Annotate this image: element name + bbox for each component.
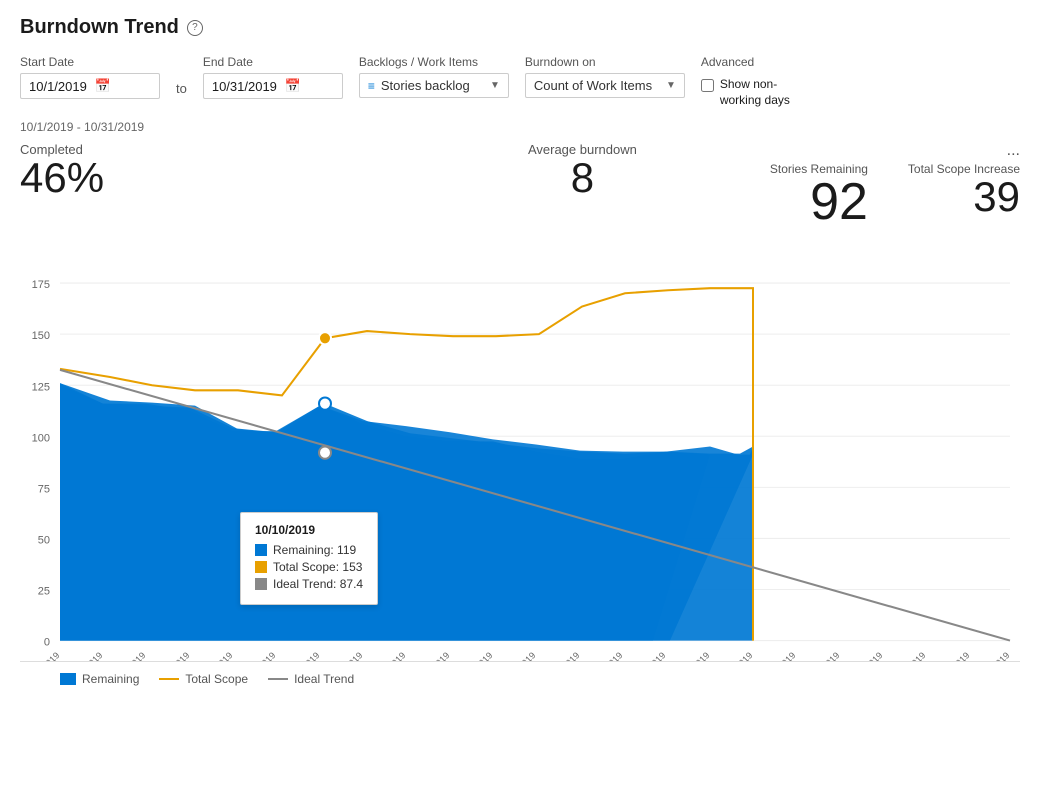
svg-text:10/8/2019: 10/8/2019 [242, 650, 277, 661]
burndown-avg-value: 8 [395, 157, 770, 199]
chart-area: 0 25 50 75 100 125 150 175 [20, 232, 1020, 662]
svg-text:125: 125 [32, 381, 50, 393]
legend-ideal-line [268, 678, 288, 680]
svg-text:10/1/2019: 10/1/2019 [26, 650, 61, 661]
svg-text:10/23/2019: 10/23/2019 [716, 650, 755, 661]
svg-text:75: 75 [38, 484, 50, 496]
legend-scope-line [159, 678, 179, 680]
end-date-value: 10/31/2019 [212, 79, 277, 94]
svg-text:10/18/2019: 10/18/2019 [586, 650, 625, 661]
svg-text:10/30/2019: 10/30/2019 [933, 650, 972, 661]
burndown-stat: Average burndown 8 [395, 142, 770, 199]
chevron-down-icon: ▼ [490, 80, 500, 91]
legend-remaining-color [60, 673, 76, 685]
burndown-chart: 0 25 50 75 100 125 150 175 [20, 232, 1020, 661]
backlog-list-icon: ≡ [368, 79, 375, 93]
svg-text:10/7/2019: 10/7/2019 [199, 650, 234, 661]
legend-ideal-label: Ideal Trend [294, 672, 354, 686]
start-date-input[interactable]: 10/1/2019 📅 [20, 73, 160, 99]
start-date-label: Start Date [20, 55, 160, 69]
svg-text:10/15/2019: 10/15/2019 [456, 650, 495, 661]
remaining-value: 92 [810, 176, 868, 228]
legend-scope-label: Total Scope [185, 672, 248, 686]
end-date-input[interactable]: 10/31/2019 📅 [203, 73, 343, 99]
chevron-down-icon-burndown: ▼ [666, 80, 676, 91]
legend-total-scope: Total Scope [159, 672, 248, 686]
svg-text:10/9/2019: 10/9/2019 [286, 650, 321, 661]
calendar-icon-end: 📅 [285, 78, 334, 94]
more-button[interactable]: ... [1007, 142, 1020, 160]
legend-remaining: Remaining [60, 672, 139, 686]
svg-text:10/11/2019: 10/11/2019 [369, 650, 407, 661]
stats-row: Completed 46% Average burndown 8 ... Sto… [20, 142, 1020, 228]
burndown-label: Burndown on [525, 55, 685, 69]
right-stats: ... Stories Remaining 92 Total Scope Inc… [770, 142, 1020, 228]
backlogs-dropdown[interactable]: ≡ Stories backlog ▼ [359, 73, 509, 98]
end-date-group: End Date 10/31/2019 📅 [203, 55, 343, 99]
svg-text:10/10/2019: 10/10/2019 [326, 650, 365, 661]
svg-text:150: 150 [32, 330, 50, 342]
burndown-group: Burndown on Count of Work Items ▼ [525, 55, 685, 98]
svg-text:25: 25 [38, 586, 50, 598]
backlogs-label: Backlogs / Work Items [359, 55, 509, 69]
svg-text:10/3/2019: 10/3/2019 [112, 650, 147, 661]
chart-legend: Remaining Total Scope Ideal Trend [20, 672, 1020, 686]
svg-text:10/4/2019: 10/4/2019 [156, 650, 191, 661]
svg-text:50: 50 [38, 535, 50, 547]
help-icon[interactable]: ? [187, 20, 203, 36]
svg-text:10/29/2019: 10/29/2019 [889, 650, 928, 661]
advanced-group: Advanced Show non-working days [701, 55, 810, 108]
svg-text:10/17/2019: 10/17/2019 [543, 650, 582, 661]
svg-text:10/25/2019: 10/25/2019 [803, 650, 842, 661]
to-label: to [176, 81, 187, 96]
burndown-value: Count of Work Items [534, 78, 660, 93]
scope-value: 39 [973, 176, 1020, 218]
start-date-value: 10/1/2019 [29, 79, 87, 94]
svg-text:0: 0 [44, 637, 50, 649]
svg-text:100: 100 [32, 432, 50, 444]
svg-text:10/24/2019: 10/24/2019 [759, 650, 798, 661]
completed-stat: Completed 46% [20, 142, 395, 199]
svg-text:10/28/2019: 10/28/2019 [846, 650, 885, 661]
show-nonworking-checkbox[interactable] [701, 79, 714, 92]
backlogs-group: Backlogs / Work Items ≡ Stories backlog … [359, 55, 509, 98]
show-nonworking-row: Show non-working days [701, 77, 810, 108]
burndown-dropdown[interactable]: Count of Work Items ▼ [525, 73, 685, 98]
completed-value: 46% [20, 157, 395, 199]
svg-text:10/2/2019: 10/2/2019 [69, 650, 104, 661]
legend-ideal-trend: Ideal Trend [268, 672, 354, 686]
svg-text:10/14/2019: 10/14/2019 [413, 650, 452, 661]
svg-text:10/16/2019: 10/16/2019 [499, 650, 538, 661]
legend-remaining-label: Remaining [82, 672, 139, 686]
start-date-group: Start Date 10/1/2019 📅 [20, 55, 160, 99]
backlogs-value: Stories backlog [381, 78, 484, 93]
svg-text:10/21/2019: 10/21/2019 [629, 650, 668, 661]
svg-text:175: 175 [32, 279, 50, 291]
calendar-icon: 📅 [95, 78, 151, 94]
scope-stat: Total Scope Increase 39 [908, 162, 1020, 218]
page-title: Burndown Trend [20, 16, 179, 39]
svg-text:10/22/2019: 10/22/2019 [673, 650, 712, 661]
date-range: 10/1/2019 - 10/31/2019 [20, 120, 1020, 134]
remaining-stat: Stories Remaining 92 [770, 162, 868, 228]
svg-text:10/31/2019: 10/31/2019 [973, 650, 1012, 661]
advanced-label: Advanced [701, 55, 810, 69]
end-date-label: End Date [203, 55, 343, 69]
show-nonworking-label: Show non-working days [720, 77, 810, 108]
